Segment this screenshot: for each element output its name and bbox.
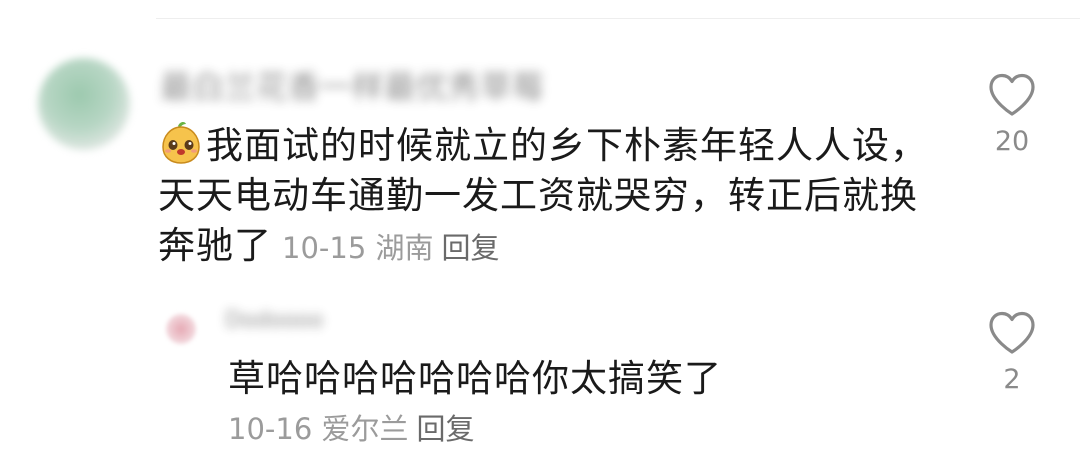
reply-username[interactable]: Dodoooo (225, 308, 323, 333)
comment-reply-button[interactable]: 回复 (442, 231, 500, 265)
comment-date: 10-15 (282, 231, 367, 265)
comment-body: 我面试的时候就立的乡下朴素年轻人人设，天天电动车通勤一发工资就哭穷，转正后就换奔… (158, 120, 938, 273)
comment-like-count: 20 (994, 126, 1030, 157)
reply-like-count: 2 (1003, 364, 1021, 395)
reply-like-button[interactable]: 2 (982, 310, 1042, 395)
reply-meta: 10-16 爱尔兰 回复 (228, 406, 475, 448)
comment-username[interactable]: 最白兰花香一样最优秀草莓 (160, 62, 544, 108)
heart-icon (989, 311, 1035, 354)
comment-location: 湖南 (375, 231, 434, 265)
reply-date: 10-16 (228, 412, 313, 446)
avatar[interactable] (38, 58, 130, 150)
comment-like-button[interactable]: 20 (982, 72, 1042, 157)
smiling-pear-emoji-icon (162, 121, 200, 164)
heart-icon (989, 73, 1035, 116)
top-divider (156, 18, 1080, 19)
reply-reply-button[interactable]: 回复 (417, 412, 475, 446)
reply-location: 爱尔兰 (321, 412, 409, 446)
comment-meta: 10-15 湖南 回复 (282, 231, 500, 265)
reply-avatar[interactable] (166, 314, 196, 344)
comment-text: 我面试的时候就立的乡下朴素年轻人人设，天天电动车通勤一发工资就哭穷，转正后就换奔… (158, 124, 928, 267)
reply-text: 草哈哈哈哈哈哈哈你太搞笑了 (228, 357, 722, 400)
